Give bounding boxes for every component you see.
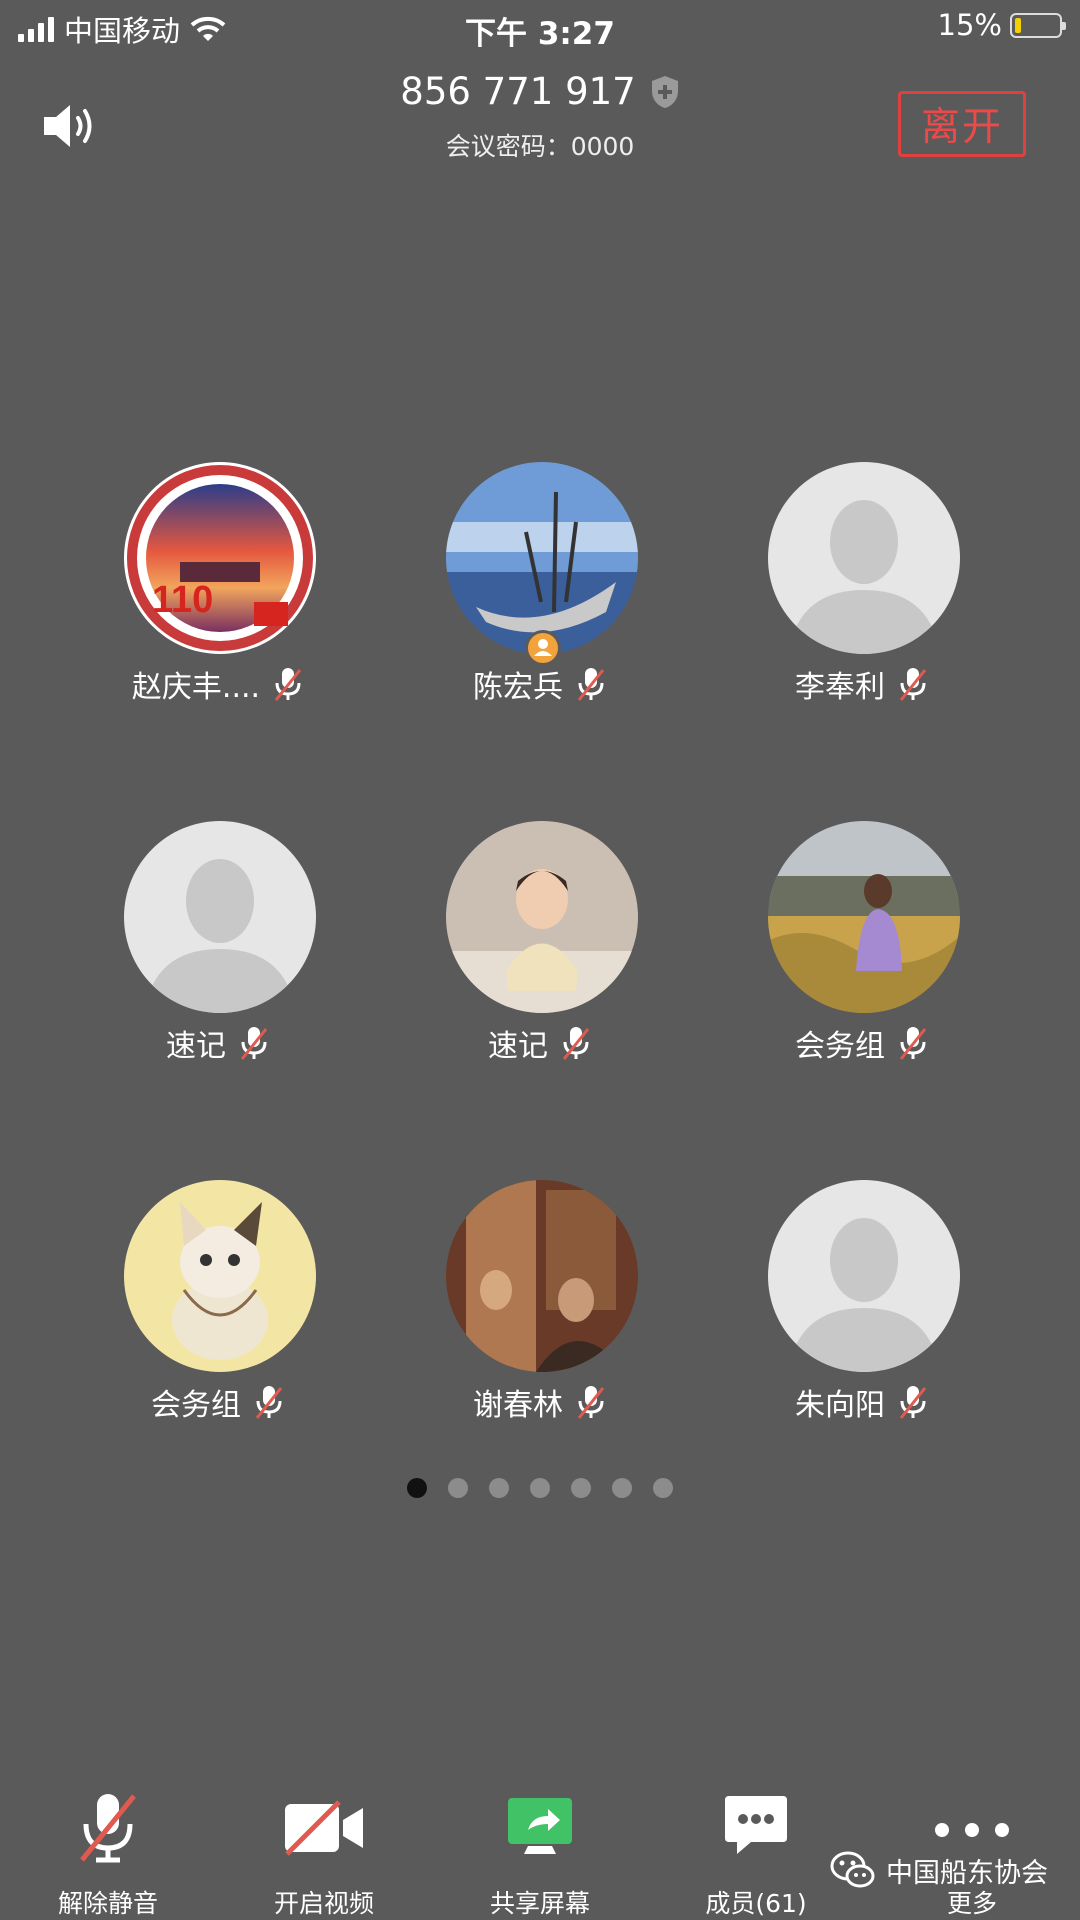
participant-tile[interactable]: 会务组 bbox=[737, 821, 987, 1064]
avatar bbox=[124, 1180, 316, 1372]
participant-name: 陈宏兵 bbox=[473, 670, 563, 705]
participant-name: 速记 bbox=[166, 1029, 226, 1064]
participant-tile[interactable]: 李奉利 bbox=[737, 462, 987, 705]
participant-name: 赵庆丰.... bbox=[131, 670, 261, 705]
status-right: 15% bbox=[937, 8, 1066, 42]
participant-tile[interactable]: 陈宏兵 bbox=[415, 462, 665, 705]
battery-percent: 15% bbox=[937, 8, 1002, 42]
participant-name-row: 朱向阳 bbox=[737, 1380, 987, 1424]
watermark: 中国船东协会 bbox=[830, 1850, 1048, 1890]
participant-name: 速记 bbox=[488, 1029, 548, 1064]
participant-tile[interactable]: 谢春林 bbox=[415, 1180, 665, 1423]
share-screen-button[interactable]: 共享屏幕 bbox=[440, 1780, 640, 1920]
mic-muted-icon bbox=[80, 1794, 136, 1863]
participant-tile[interactable]: 110 赵庆丰.... bbox=[93, 462, 343, 705]
participant-name-row: 速记 bbox=[93, 1021, 343, 1065]
participant-name-row: 赵庆丰.... bbox=[93, 662, 343, 706]
participant-name-row: 谢春林 bbox=[415, 1380, 665, 1424]
participant-tile[interactable]: 速记 bbox=[93, 821, 343, 1064]
participant-name: 会务组 bbox=[795, 1029, 885, 1064]
members-label: 成员(61) bbox=[705, 1889, 807, 1918]
leave-button[interactable]: 离开 bbox=[898, 91, 1026, 157]
page-dot[interactable] bbox=[653, 1478, 673, 1498]
participant-name-row: 速记 bbox=[415, 1021, 665, 1065]
mic-muted-icon bbox=[255, 1386, 283, 1419]
share-screen-label: 共享屏幕 bbox=[489, 1889, 590, 1918]
participant-tile[interactable]: 朱向阳 bbox=[737, 1180, 987, 1423]
status-time: 下午 3:27 bbox=[465, 16, 615, 52]
participant-name-row: 会务组 bbox=[737, 1021, 987, 1065]
avatar bbox=[446, 462, 638, 654]
participant-name-row: 会务组 bbox=[93, 1380, 343, 1424]
participant-name-row: 陈宏兵 bbox=[415, 662, 665, 706]
participant-name: 会务组 bbox=[151, 1388, 241, 1423]
start-video-label: 开启视频 bbox=[273, 1889, 374, 1918]
chat-bubble-icon bbox=[725, 1796, 787, 1854]
page-dot[interactable] bbox=[530, 1478, 550, 1498]
mic-muted-icon bbox=[577, 668, 605, 701]
mic-muted-icon bbox=[274, 668, 302, 701]
avatar: 110 bbox=[124, 462, 316, 654]
svg-text:110: 110 bbox=[152, 579, 213, 621]
video-off-icon bbox=[285, 1800, 363, 1856]
pagination-dots[interactable] bbox=[0, 1478, 1080, 1498]
participant-tile[interactable]: 速记 bbox=[415, 821, 665, 1064]
avatar-placeholder-icon bbox=[124, 821, 316, 1013]
wechat-icon bbox=[830, 1851, 875, 1888]
avatar-placeholder-icon bbox=[768, 1180, 960, 1372]
participant-name-row: 李奉利 bbox=[737, 662, 987, 706]
avatar bbox=[446, 1180, 638, 1372]
avatar bbox=[446, 821, 638, 1013]
shield-icon bbox=[651, 75, 678, 108]
start-video-button[interactable]: 开启视频 bbox=[224, 1780, 424, 1920]
watermark-text: 中国船东协会 bbox=[886, 1857, 1048, 1889]
participant-name: 谢春林 bbox=[473, 1388, 563, 1423]
status-bar: 中国移动 下午 3:27 15% bbox=[0, 0, 1080, 54]
battery-icon bbox=[1010, 12, 1066, 38]
mic-muted-icon bbox=[899, 668, 927, 701]
mic-muted-icon bbox=[577, 1386, 605, 1419]
participant-name: 朱向阳 bbox=[795, 1388, 885, 1423]
unmute-label: 解除静音 bbox=[57, 1889, 158, 1918]
mic-muted-icon bbox=[562, 1027, 590, 1060]
page-dot[interactable] bbox=[448, 1478, 468, 1498]
page-dot[interactable] bbox=[571, 1478, 591, 1498]
unmute-button[interactable]: 解除静音 bbox=[8, 1780, 208, 1920]
meeting-id: 856 771 917 bbox=[400, 70, 636, 113]
page-dot[interactable] bbox=[489, 1478, 509, 1498]
participant-tile[interactable]: 会务组 bbox=[93, 1180, 343, 1423]
page-dot[interactable] bbox=[612, 1478, 632, 1498]
mic-muted-icon bbox=[899, 1386, 927, 1419]
participant-name: 李奉利 bbox=[795, 670, 885, 705]
more-dots-icon bbox=[935, 1823, 1009, 1837]
share-screen-icon bbox=[508, 1798, 572, 1854]
avatar-placeholder-icon bbox=[768, 462, 960, 654]
mic-muted-icon bbox=[240, 1027, 268, 1060]
page-dot[interactable] bbox=[407, 1478, 427, 1498]
members-button[interactable]: 成员(61) bbox=[656, 1780, 856, 1920]
avatar bbox=[768, 821, 960, 1013]
mic-muted-icon bbox=[899, 1027, 927, 1060]
host-badge-icon bbox=[525, 630, 561, 666]
